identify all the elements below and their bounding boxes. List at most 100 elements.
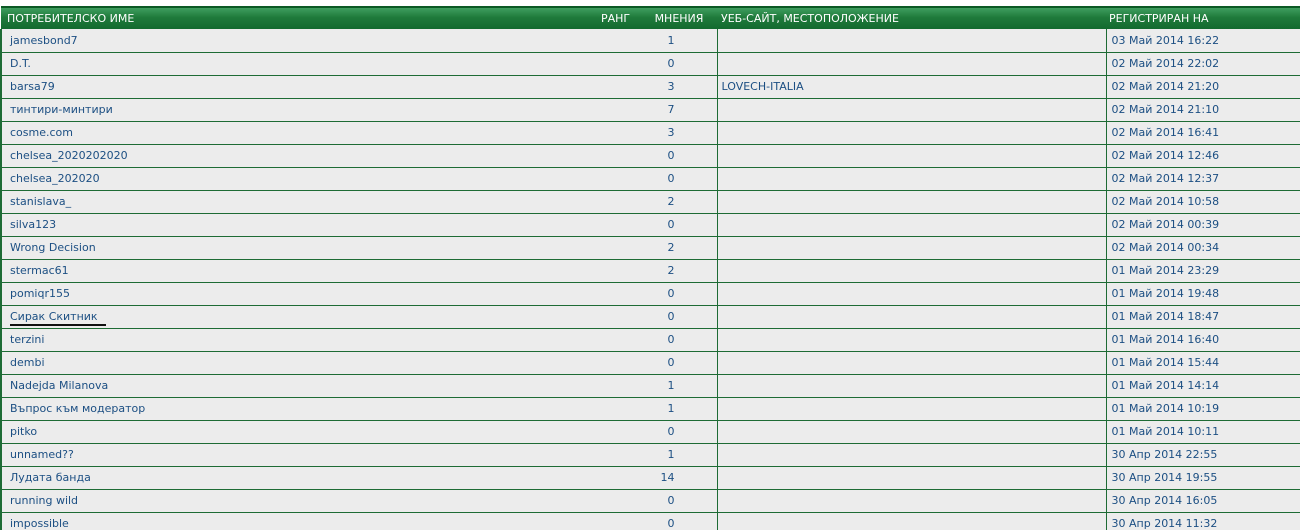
username-cell: cosme.com bbox=[0, 121, 601, 145]
username-link[interactable]: stermac61 bbox=[10, 264, 69, 277]
rank-cell bbox=[601, 351, 641, 375]
username-link[interactable]: pomiqr155 bbox=[10, 287, 70, 300]
registered-date: 30 Апр 2014 11:32 bbox=[1106, 512, 1300, 530]
username-link[interactable]: chelsea_2020202020 bbox=[10, 149, 128, 162]
username-link[interactable]: Nadejda Milanova bbox=[10, 379, 108, 392]
username-link[interactable]: jamesbond7 bbox=[10, 34, 78, 47]
registered-date: 30 Апр 2014 22:55 bbox=[1106, 443, 1300, 467]
posts-count: 3 bbox=[641, 121, 717, 145]
rank-cell bbox=[601, 466, 641, 490]
registered-date: 03 Май 2014 16:22 bbox=[1106, 29, 1300, 53]
table-row: unnamed?? 1 30 Апр 2014 22:55 bbox=[0, 443, 1300, 467]
posts-count: 14 bbox=[641, 466, 717, 490]
table-row: chelsea_2020202020 0 02 Май 2014 12:46 bbox=[0, 144, 1300, 168]
registered-date: 02 Май 2014 16:41 bbox=[1106, 121, 1300, 145]
website-location-cell bbox=[716, 190, 1107, 214]
column-header-posts[interactable]: МНЕНИЯ bbox=[641, 6, 717, 29]
website-location-cell bbox=[716, 167, 1107, 191]
registered-date: 01 Май 2014 10:11 bbox=[1106, 420, 1300, 444]
username-cell: Wrong Decision bbox=[0, 236, 601, 260]
table-row: Wrong Decision 2 02 Май 2014 00:34 bbox=[0, 236, 1300, 260]
table-row: terzini 0 01 Май 2014 16:40 bbox=[0, 328, 1300, 352]
rank-cell bbox=[601, 328, 641, 352]
username-cell: pitko bbox=[0, 420, 601, 444]
table-row: jamesbond7 1 03 Май 2014 16:22 bbox=[0, 29, 1300, 53]
username-link[interactable]: unnamed?? bbox=[10, 448, 74, 461]
username-link[interactable]: Wrong Decision bbox=[10, 241, 96, 254]
username-cell: тинтири-минтири bbox=[0, 98, 601, 122]
table-header: ПОТРЕБИТЕЛСКО ИМЕ РАНГ МНЕНИЯ УЕБ-САЙТ, … bbox=[1, 6, 1300, 29]
rank-cell bbox=[601, 190, 641, 214]
registered-date: 02 Май 2014 12:37 bbox=[1106, 167, 1300, 191]
username-link[interactable]: terzini bbox=[10, 333, 44, 346]
posts-count: 0 bbox=[641, 512, 717, 530]
registered-date: 01 Май 2014 19:48 bbox=[1106, 282, 1300, 306]
rank-cell bbox=[601, 489, 641, 513]
username-cell: barsa79 bbox=[0, 75, 601, 99]
table-row: running wild 0 30 Апр 2014 16:05 bbox=[0, 489, 1300, 513]
username-cell: stermac61 bbox=[0, 259, 601, 283]
table-row: Въпрос към модератор 1 01 Май 2014 10:19 bbox=[0, 397, 1300, 421]
table-row: stanislava_ 2 02 Май 2014 10:58 bbox=[0, 190, 1300, 214]
website-location-cell bbox=[716, 236, 1107, 260]
website-location-cell bbox=[716, 351, 1107, 375]
username-cell: jamesbond7 bbox=[0, 29, 601, 53]
column-header-rank[interactable]: РАНГ bbox=[601, 6, 641, 29]
rank-cell bbox=[601, 397, 641, 421]
registered-date: 30 Апр 2014 16:05 bbox=[1106, 489, 1300, 513]
registered-date: 01 Май 2014 14:14 bbox=[1106, 374, 1300, 398]
rank-cell bbox=[601, 259, 641, 283]
rank-cell bbox=[601, 167, 641, 191]
rank-cell bbox=[601, 282, 641, 306]
username-cell: Nadejda Milanova bbox=[0, 374, 601, 398]
website-location-cell bbox=[716, 144, 1107, 168]
posts-count: 0 bbox=[641, 489, 717, 513]
username-link[interactable]: Лудата банда bbox=[10, 471, 91, 484]
username-link[interactable]: тинтири-минтири bbox=[10, 103, 113, 116]
table-row: Nadejda Milanova 1 01 Май 2014 14:14 bbox=[0, 374, 1300, 398]
table-row: pitko 0 01 Май 2014 10:11 bbox=[0, 420, 1300, 444]
registered-date: 02 Май 2014 12:46 bbox=[1106, 144, 1300, 168]
posts-count: 0 bbox=[641, 305, 717, 329]
posts-count: 3 bbox=[641, 75, 717, 99]
rank-cell bbox=[601, 443, 641, 467]
posts-count: 7 bbox=[641, 98, 717, 122]
username-link[interactable]: stanislava_ bbox=[10, 195, 71, 208]
table-row: тинтири-минтири 7 02 Май 2014 21:10 bbox=[0, 98, 1300, 122]
rank-cell bbox=[601, 236, 641, 260]
column-header-website-location[interactable]: УЕБ-САЙТ, МЕСТОПОЛОЖЕНИЕ bbox=[717, 6, 1106, 29]
website-location-cell bbox=[716, 443, 1107, 467]
website-location-cell bbox=[716, 305, 1107, 329]
posts-count: 0 bbox=[641, 167, 717, 191]
username-link[interactable]: dembi bbox=[10, 356, 45, 369]
username-link[interactable]: D.T. bbox=[10, 57, 31, 70]
posts-count: 0 bbox=[641, 351, 717, 375]
table-row: Сирак Скитник 0 01 Май 2014 18:47 bbox=[0, 305, 1300, 329]
registered-date: 02 Май 2014 00:34 bbox=[1106, 236, 1300, 260]
username-link[interactable]: Сирак Скитник bbox=[10, 310, 98, 326]
rank-cell bbox=[601, 420, 641, 444]
column-header-registered[interactable]: РЕГИСТРИРАН НА bbox=[1106, 6, 1300, 29]
column-header-username[interactable]: ПОТРЕБИТЕЛСКО ИМЕ bbox=[1, 6, 601, 29]
registered-date: 02 Май 2014 21:10 bbox=[1106, 98, 1300, 122]
username-link[interactable]: impossible bbox=[10, 517, 69, 530]
username-link[interactable]: silva123 bbox=[10, 218, 56, 231]
username-link[interactable]: barsa79 bbox=[10, 80, 55, 93]
username-link[interactable]: Въпрос към модератор bbox=[10, 402, 145, 415]
table-row: barsa79 3 LOVECH-ITALIA 02 Май 2014 21:20 bbox=[0, 75, 1300, 99]
posts-count: 1 bbox=[641, 29, 717, 53]
username-cell: impossible bbox=[0, 512, 601, 530]
username-cell: dembi bbox=[0, 351, 601, 375]
member-list-panel: ПОТРЕБИТЕЛСКО ИМЕ РАНГ МНЕНИЯ УЕБ-САЙТ, … bbox=[0, 6, 1300, 530]
registered-date: 01 Май 2014 18:47 bbox=[1106, 305, 1300, 329]
posts-count: 0 bbox=[641, 420, 717, 444]
registered-date: 01 Май 2014 23:29 bbox=[1106, 259, 1300, 283]
website-location-cell bbox=[716, 397, 1107, 421]
username-link[interactable]: running wild bbox=[10, 494, 78, 507]
table-row: dembi 0 01 Май 2014 15:44 bbox=[0, 351, 1300, 375]
rank-cell bbox=[601, 305, 641, 329]
registered-date: 02 Май 2014 00:39 bbox=[1106, 213, 1300, 237]
username-link[interactable]: pitko bbox=[10, 425, 37, 438]
username-link[interactable]: cosme.com bbox=[10, 126, 73, 139]
username-link[interactable]: chelsea_202020 bbox=[10, 172, 100, 185]
